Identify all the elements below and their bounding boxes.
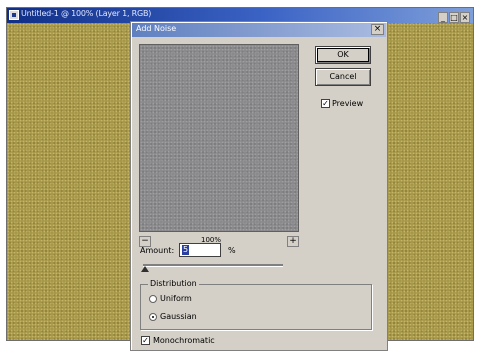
uniform-radio[interactable]	[149, 295, 157, 303]
document-title: Untitled-1 @ 100% (Layer 1, RGB)	[21, 9, 152, 18]
preview-checkbox[interactable]: ✓	[321, 99, 330, 108]
dialog-title: Add Noise	[136, 24, 177, 33]
monochromatic-checkbox[interactable]: ✓	[141, 336, 150, 345]
add-noise-dialog: Add Noise × − 100% + OK Cancel ✓ Preview…	[130, 21, 388, 351]
minimize-button[interactable]: _	[438, 12, 448, 23]
noise-preview[interactable]	[139, 44, 299, 232]
close-button[interactable]: ×	[460, 12, 470, 23]
gaussian-label: Gaussian	[160, 312, 197, 321]
monochromatic-label: Monochromatic	[153, 336, 215, 345]
amount-slider-thumb[interactable]	[140, 266, 149, 272]
app-icon	[9, 10, 19, 20]
cancel-button[interactable]: Cancel	[315, 68, 371, 86]
maximize-button[interactable]: □	[449, 12, 459, 23]
ok-button[interactable]: OK	[315, 46, 371, 64]
amount-slider-track[interactable]	[143, 264, 283, 267]
amount-value: 5	[182, 245, 190, 255]
distribution-legend: Distribution	[148, 279, 199, 288]
amount-unit: %	[228, 246, 236, 255]
distribution-group: Distribution Uniform Gaussian	[140, 279, 372, 330]
preview-label: Preview	[332, 99, 364, 108]
dialog-titlebar[interactable]: Add Noise ×	[132, 23, 386, 37]
uniform-label: Uniform	[160, 294, 192, 303]
dialog-close-button[interactable]: ×	[371, 24, 384, 35]
gaussian-radio[interactable]	[149, 313, 157, 321]
zoom-in-button[interactable]: +	[287, 236, 299, 247]
amount-input[interactable]: 5	[179, 243, 221, 257]
amount-label: Amount:	[140, 246, 175, 255]
